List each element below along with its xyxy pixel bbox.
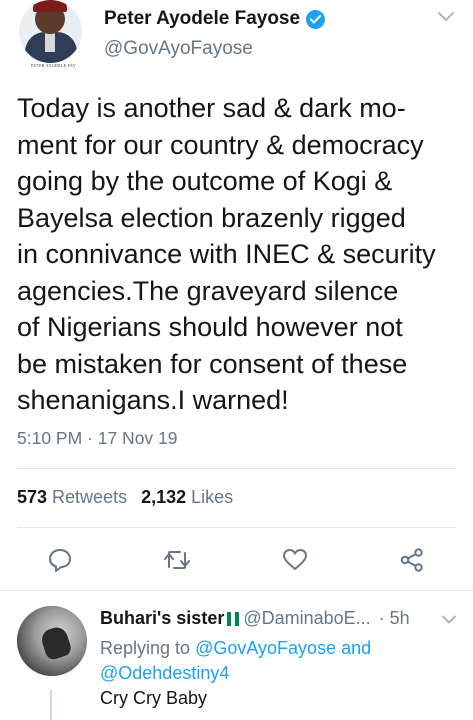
nigeria-flag-icon	[227, 611, 240, 626]
mention-link[interactable]: @GovAyoFayose	[195, 638, 336, 658]
chevron-down-icon[interactable]	[436, 10, 456, 24]
thread-line	[50, 690, 52, 720]
replying-to-label: Replying to	[100, 638, 191, 658]
reply-text: Cry Cry Baby	[100, 688, 208, 708]
retweet-button[interactable]	[163, 546, 191, 574]
tweet-text: Today is another sad & dark mo- ment for…	[17, 93, 436, 415]
reply-author-handle[interactable]: @DaminaboE...	[243, 608, 370, 629]
reply-author-avatar[interactable]	[17, 606, 87, 676]
mention-conjunction: and	[341, 638, 372, 658]
retweets-stat[interactable]: 573 Retweets	[17, 487, 127, 508]
reply-button[interactable]	[46, 546, 74, 574]
flag-stripe	[235, 611, 240, 626]
divider	[0, 590, 473, 591]
share-button[interactable]	[398, 546, 426, 574]
author-name[interactable]: Peter Ayodele Fayose	[104, 8, 326, 30]
likes-stat[interactable]: 2,132 Likes	[141, 487, 233, 508]
reply-header: Buhari's sister @DaminaboE... · 5h	[100, 608, 410, 629]
avatar-caption: PETER AYODELE FAY	[31, 63, 76, 68]
chevron-down-icon[interactable]	[440, 614, 458, 626]
mention-link[interactable]: @Odehdestiny4	[100, 663, 229, 683]
tweet-stats: 573 Retweets 2,132 Likes	[17, 487, 233, 508]
author-avatar[interactable]	[19, 0, 82, 63]
likes-label: Likes	[191, 487, 234, 507]
tweet-timestamp[interactable]: 5:10 PM · 17 Nov 19	[17, 428, 178, 449]
reply-author-name[interactable]: Buhari's sister	[100, 608, 224, 629]
divider	[17, 527, 456, 528]
share-icon	[400, 548, 423, 572]
divider	[17, 468, 456, 469]
like-button[interactable]	[281, 546, 309, 574]
tweet-actions	[0, 546, 473, 574]
reply-icon	[49, 549, 71, 572]
retweet-icon	[164, 551, 190, 569]
author-handle[interactable]: @GovAyoFayose	[104, 38, 253, 60]
replying-to: Replying to @GovAyoFayose and @Odehdesti…	[100, 636, 420, 686]
retweets-count: 573	[17, 487, 48, 507]
verified-badge-icon	[306, 9, 326, 29]
reply-time[interactable]: · 5h	[379, 608, 410, 629]
retweets-label: Retweets	[52, 487, 128, 507]
like-icon	[283, 549, 307, 570]
author-name-text[interactable]: Peter Ayodele Fayose	[104, 8, 300, 30]
likes-count: 2,132	[141, 487, 187, 507]
